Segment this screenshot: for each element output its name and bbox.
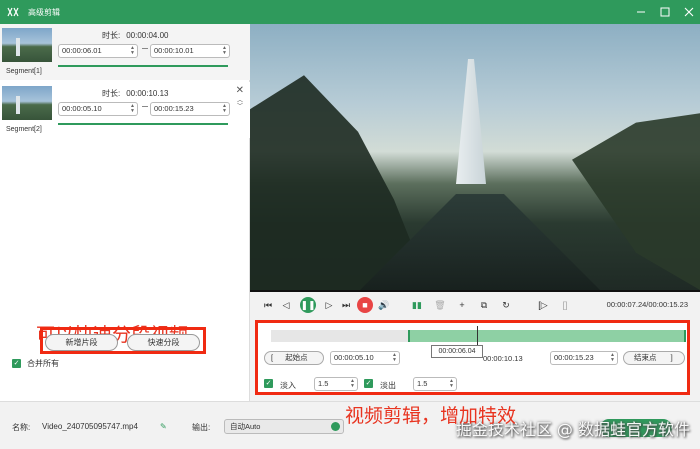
delete-segment-icon[interactable]: ✕ xyxy=(236,85,244,96)
add-icon[interactable]: + xyxy=(454,297,470,313)
duration-value: 00:00:10.13 xyxy=(126,89,169,98)
segment-end-field[interactable]: 00:00:15.23 ▲ ▼ xyxy=(150,102,230,116)
annotation-bottom: 视频剪辑，增加特效 xyxy=(345,405,517,427)
skip-start-icon[interactable]: ⏮ xyxy=(260,297,276,313)
mark-in-icon[interactable]: [▷ xyxy=(535,297,551,313)
minimize-icon[interactable] xyxy=(636,7,646,17)
end-time-field[interactable]: 00:00:15.23 ▲ ▼ xyxy=(550,351,618,365)
fade-out-label: 淡出 xyxy=(380,381,396,390)
output-select[interactable]: 自动Auto xyxy=(224,419,344,434)
segment-thumbnail xyxy=(2,28,52,62)
duration-label: 时长: xyxy=(102,31,121,40)
segment-range-bar xyxy=(58,65,228,67)
start-time-field[interactable]: 00:00:05.10 ▲ ▼ xyxy=(330,351,400,365)
fade-in-label: 淡入 xyxy=(280,381,296,390)
file-name-value: Video_240705095747.mp4 xyxy=(42,422,138,431)
start-point-label: 起始点 xyxy=(285,353,308,362)
stop-button[interactable]: ■ xyxy=(357,297,373,313)
mark-out-icon[interactable]: [] xyxy=(557,297,573,313)
gear-icon[interactable] xyxy=(331,422,340,431)
bracket-left: [ xyxy=(271,353,274,362)
timeline-selection[interactable] xyxy=(408,330,686,342)
quick-split-button[interactable]: 快速分段 xyxy=(127,334,200,351)
pause-button[interactable]: ❚❚ xyxy=(300,297,316,313)
close-icon[interactable] xyxy=(684,7,694,17)
split-icon[interactable]: ▮▮ xyxy=(409,297,425,313)
fade-out-checkbox[interactable]: ✓ xyxy=(364,379,373,388)
segment-item[interactable]: Segment[2] 时长: 00:00:10.13 00:00:05.10 ▲ ▼ … xyxy=(0,82,250,138)
next-frame-icon[interactable]: ▷ xyxy=(321,297,337,313)
copy-icon[interactable]: ⧉ xyxy=(476,297,492,313)
video-preview[interactable] xyxy=(250,24,700,290)
merge-all-checkbox[interactable]: ✓ 合并所有 xyxy=(12,358,59,369)
segment-thumbnail xyxy=(2,86,52,120)
segment-start-field[interactable]: 00:00:06.01 ▲ ▼ xyxy=(58,44,138,58)
edit-name-icon[interactable]: ✎ xyxy=(160,422,167,431)
segment-range-bar xyxy=(58,123,228,125)
bracket-right: ] xyxy=(670,353,673,362)
reset-icon[interactable]: ↻ xyxy=(498,297,514,313)
segment-end-field[interactable]: 00:00:10.01 ▲ ▼ xyxy=(150,44,230,58)
middle-time-value: 00:00:10.13 xyxy=(483,354,523,363)
segment-buttons-highlight: 新增片段 快速分段 xyxy=(40,327,206,354)
player-controls: ⏮ ◁ ❚❚ ▷ ⏭ ■ 🔊 ▮▮ 🗑 + ⧉ ↻ [▷ [] 00:00:07… xyxy=(250,292,700,318)
new-segment-button[interactable]: 新增片段 xyxy=(45,334,118,351)
fade-in-field[interactable]: 1.5 ▲ ▼ xyxy=(314,377,358,391)
fade-in-checkbox[interactable]: ✓ xyxy=(264,379,273,388)
set-end-button[interactable]: 结束点 ] xyxy=(623,351,685,365)
segment-label: Segment[1] xyxy=(6,68,42,75)
clip-editor-highlight: 00:00:06.04 [ 起始点 00:00:05.10 ▲ ▼ 00:00:10… xyxy=(255,320,690,395)
segment-item[interactable]: Segment[1] 时长: 00:00:04.00 00:00:06.01 ▲ ▼ … xyxy=(0,24,250,80)
delete-icon[interactable]: 🗑 xyxy=(432,297,448,313)
maximize-icon[interactable] xyxy=(660,7,670,17)
duration-label: 时长: xyxy=(102,89,121,98)
output-label: 输出: xyxy=(192,423,211,432)
title-bar: 高级剪辑 xyxy=(0,0,700,24)
timeline-track[interactable] xyxy=(271,330,686,342)
time-readout: 00:00:07.24/00:00:15.23 xyxy=(606,300,688,309)
segment-start-field[interactable]: 00:00:05.10 ▲ ▼ xyxy=(58,102,138,116)
reorder-arrows-icon[interactable]: ︿ ﹀ xyxy=(237,98,243,110)
segment-label: Segment[2] xyxy=(6,126,42,133)
duration-value: 00:00:04.00 xyxy=(126,31,169,40)
skip-end-icon[interactable]: ⏭ xyxy=(338,297,354,313)
fade-out-field[interactable]: 1.5 ▲ ▼ xyxy=(413,377,457,391)
end-point-label: 结束点 xyxy=(634,353,657,362)
window-title: 高级剪辑 xyxy=(28,7,60,17)
playhead-tooltip: 00:00:06.04 xyxy=(431,345,483,358)
file-name-label: 名称: xyxy=(12,423,31,432)
volume-icon[interactable]: 🔊 xyxy=(376,297,392,313)
merge-all-label: 合并所有 xyxy=(27,359,59,368)
checkbox-checked-icon[interactable]: ✓ xyxy=(12,359,21,368)
prev-frame-icon[interactable]: ◁ xyxy=(278,297,294,313)
set-start-button[interactable]: [ 起始点 xyxy=(264,351,324,365)
app-logo-icon xyxy=(6,5,20,19)
